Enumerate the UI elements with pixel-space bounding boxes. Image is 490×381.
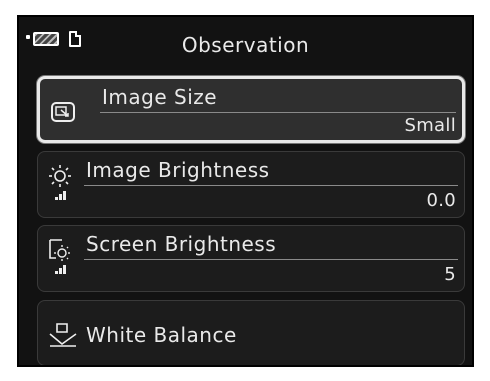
menu-item-white-balance[interactable]: White Balance: [37, 300, 465, 365]
header-bar: Observation: [19, 17, 472, 75]
menu-item-label: Image Size: [102, 85, 218, 109]
menu-item-image-size[interactable]: Image Size Small: [37, 76, 465, 143]
white-balance-icon: [49, 323, 77, 347]
label-underline: [84, 185, 458, 186]
menu-item-label: Screen Brightness: [86, 232, 277, 256]
label-underline: [100, 112, 456, 113]
screen-brightness-icon: [49, 239, 70, 274]
image-size-icon: [51, 102, 75, 122]
menu-item-label: White Balance: [86, 323, 237, 347]
page-title: Observation: [181, 33, 310, 57]
device-screen-frame: Observation Image Size Small Image Brigh…: [17, 15, 474, 367]
label-underline: [84, 259, 458, 260]
menu-item-image-brightness[interactable]: Image Brightness 0.0: [37, 151, 465, 218]
menu-screen: Observation Image Size Small Image Brigh…: [19, 17, 472, 365]
menu-item-value: 0.0: [426, 190, 456, 211]
menu-item-screen-brightness[interactable]: Screen Brightness 5: [37, 225, 465, 292]
image-brightness-icon: [49, 165, 71, 200]
menu-item-label: Image Brightness: [86, 158, 270, 182]
menu-item-value: Small: [404, 115, 456, 136]
menu-item-value: 5: [444, 264, 456, 285]
